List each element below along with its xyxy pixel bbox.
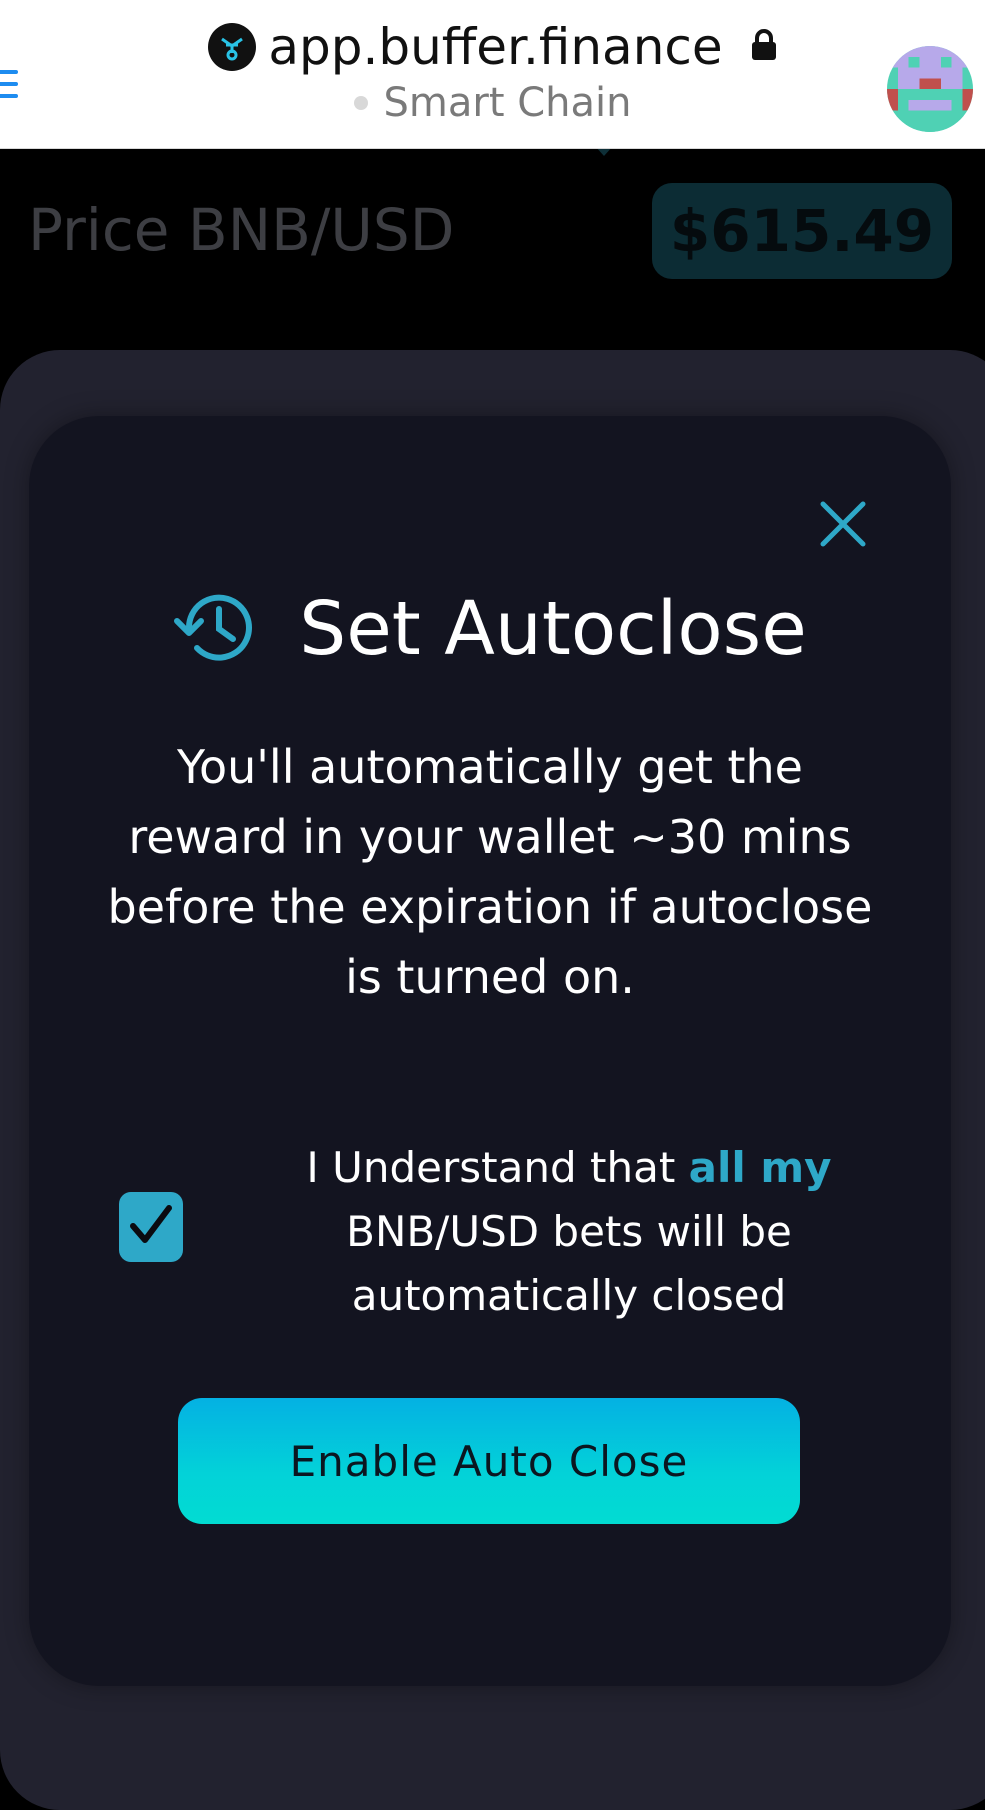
network-indicator: Smart Chain <box>0 80 985 126</box>
consent-text-suffix: BNB/USD bets will be automatically close… <box>346 1207 792 1320</box>
consent-text-highlight: all my <box>688 1143 832 1192</box>
site-info[interactable]: app.buffer.finance <box>0 18 985 76</box>
modal-description: You'll automatically get the reward in y… <box>107 740 873 1004</box>
history-clock-icon <box>173 587 257 671</box>
price-row: Price BNB/USD $615.49 <box>0 150 985 310</box>
modal-title: Set Autoclose <box>299 586 807 672</box>
network-status-dot <box>353 96 368 110</box>
consent-text: I Understand that all my BNB/USD bets wi… <box>219 1136 919 1328</box>
price-label: Price BNB/USD <box>28 196 455 264</box>
autoclose-modal: Set Autoclose You'll automatically get t… <box>29 416 951 1686</box>
network-label: Smart Chain <box>383 80 632 126</box>
wallet-avatar[interactable] <box>887 46 973 132</box>
enable-auto-close-button[interactable]: Enable Auto Close <box>178 1398 800 1524</box>
consent-checkbox[interactable] <box>119 1192 183 1262</box>
lock-icon <box>751 29 777 65</box>
buffer-logo-icon <box>208 23 257 71</box>
browser-top-bar: app.buffer.finance Smart Chain <box>0 0 985 149</box>
close-icon[interactable] <box>819 500 867 548</box>
price-badge: $615.49 <box>652 183 952 279</box>
site-url: app.buffer.finance <box>268 18 723 76</box>
modal-header: Set Autoclose <box>29 586 951 686</box>
consent-text-prefix: I Understand that <box>306 1143 689 1192</box>
